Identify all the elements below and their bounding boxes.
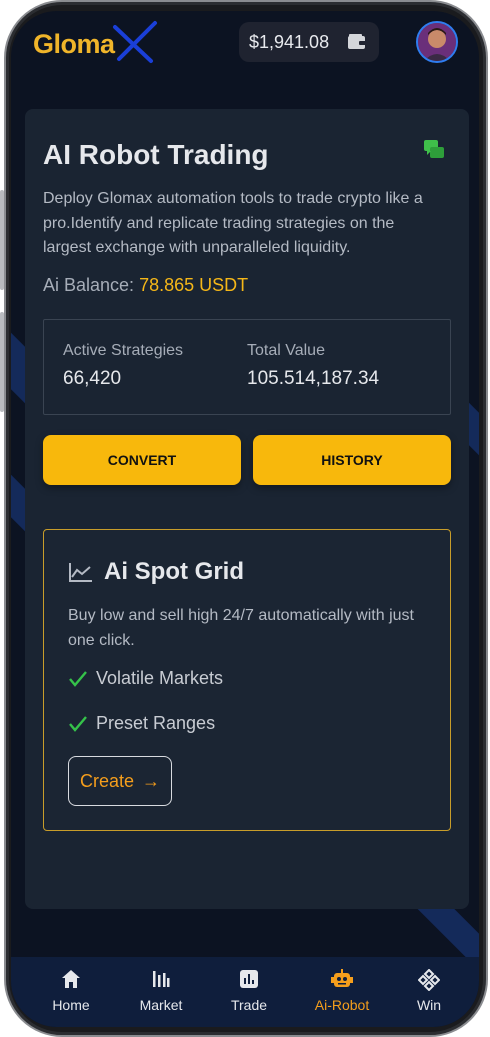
nav-home[interactable]: Home — [31, 957, 111, 1027]
screen: Gloma $1,941.08 AI Robot Trading Deploy … — [11, 11, 479, 1027]
volume-button — [0, 190, 4, 290]
ai-balance: Ai Balance: 78.865 USDT — [43, 275, 248, 296]
stats-box: Active Strategies 66,420 Total Value 105… — [43, 319, 451, 415]
logo-x-icon — [113, 21, 157, 63]
ai-robot-card: AI Robot Trading Deploy Glomax automatio… — [25, 109, 469, 909]
stat-active-strategies: Active Strategies 66,420 — [63, 342, 183, 390]
robot-icon — [331, 969, 353, 987]
feature-item: Preset Ranges — [68, 713, 215, 734]
trade-icon — [240, 970, 258, 988]
feature-item: Volatile Markets — [68, 668, 223, 689]
hero-description: Deploy Glomax automation tools to trade … — [43, 190, 423, 256]
spot-grid-title: Ai Spot Grid — [104, 558, 244, 585]
wallet-balance-button[interactable]: $1,941.08 — [239, 22, 379, 62]
feature-label: Preset Ranges — [96, 713, 216, 733]
wallet-icon — [348, 34, 366, 49]
logo-text: Gloma — [33, 29, 115, 59]
stat-value: 66,420 — [63, 368, 122, 389]
spot-grid-header: Ai Spot Grid — [68, 558, 244, 586]
arrow-right-icon: → — [142, 770, 161, 791]
checkmark-icon — [69, 715, 87, 732]
feature-label: Volatile Markets — [96, 668, 224, 688]
stat-label: Total Value — [247, 342, 325, 359]
avatar[interactable] — [416, 21, 458, 63]
top-bar: Gloma $1,941.08 — [11, 11, 479, 79]
page-title: AI Robot Trading — [43, 139, 269, 170]
spot-grid-description: Buy low and sell high 24/7 automatically… — [68, 607, 414, 649]
convert-button[interactable]: CONVERT — [43, 435, 241, 485]
checkmark-icon — [69, 670, 87, 687]
spot-grid-card: Ai Spot Grid Buy low and sell high 24/7 … — [43, 529, 451, 831]
line-chart-icon — [69, 563, 92, 582]
chat-icon[interactable] — [423, 139, 445, 161]
nav-label: Market — [139, 997, 183, 1013]
balance-label: Ai Balance: — [43, 275, 135, 295]
nav-label: Ai-Robot — [314, 997, 370, 1013]
bottom-nav: Home Market Trade Ai-Robot Win — [11, 957, 479, 1027]
glomax-logo[interactable]: Gloma — [33, 21, 157, 65]
power-button — [0, 312, 4, 412]
wallet-amount: $1,941.08 — [249, 31, 330, 52]
nav-label: Trade — [230, 997, 268, 1013]
stat-label: Active Strategies — [63, 342, 184, 359]
stat-value: 105.514,187.34 — [247, 368, 380, 389]
stat-total-value: Total Value 105.514,187.34 — [247, 342, 379, 390]
profile-avatar-icon — [418, 23, 456, 61]
gamepad-icon — [418, 969, 440, 991]
home-icon — [62, 970, 80, 988]
balance-value: 78.865 USDT — [139, 275, 249, 295]
nav-market[interactable]: Market — [121, 957, 201, 1027]
create-label: Create — [79, 770, 135, 791]
nav-label: Home — [52, 997, 90, 1013]
create-button[interactable]: Create → — [68, 756, 172, 806]
nav-win[interactable]: Win — [389, 957, 469, 1027]
history-button[interactable]: HISTORY — [253, 435, 451, 485]
nav-ai-robot[interactable]: Ai-Robot — [302, 957, 382, 1027]
market-icon — [153, 971, 170, 987]
nav-trade[interactable]: Trade — [209, 957, 289, 1027]
nav-label: Win — [416, 997, 442, 1013]
